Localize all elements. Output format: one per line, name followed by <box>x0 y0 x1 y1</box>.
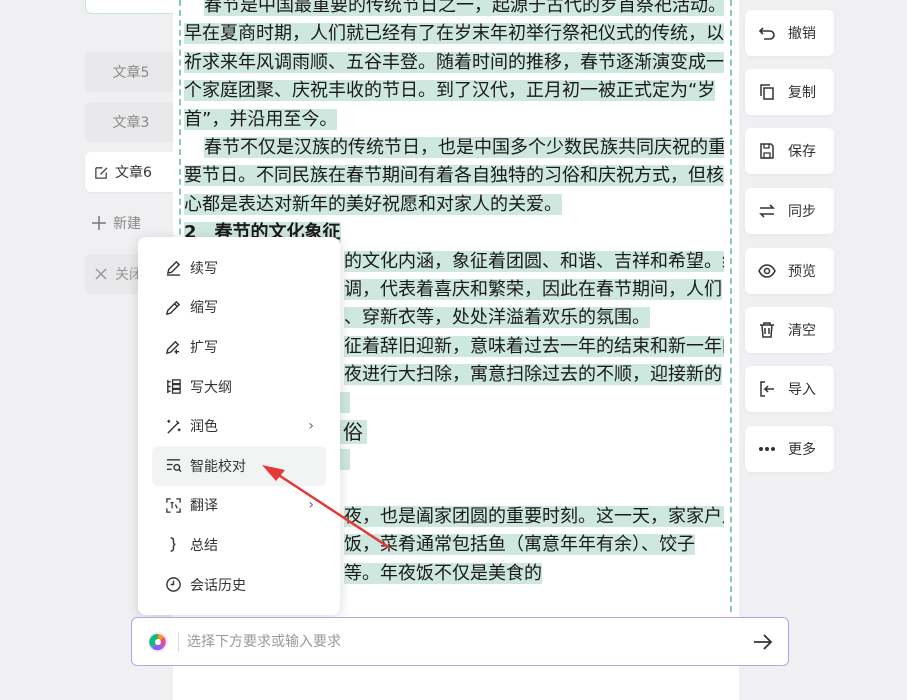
doc-tab-label: 文章5 <box>112 65 150 81</box>
menu-item-label: 会话历史 <box>190 577 246 594</box>
paragraph-line: 征着辞旧迎新，意味着过去一年的结束和新一年的 <box>344 335 724 357</box>
sync-button[interactable]: 同步 <box>745 188 834 234</box>
paragraph-line: 祈求来年风调雨顺、五谷丰登。随着时间的推移，春节逐渐演变成一 <box>184 51 724 73</box>
paragraph-line: 春节是中国最重要的传统节日之一，起源于古代的岁首祭祀活动。 <box>204 0 724 16</box>
paragraph-line: 个家庭团聚、庆祝丰收的节日。到了汉代，正月初一被正式定为“岁 <box>184 80 716 102</box>
import-button[interactable]: 导入 <box>745 366 834 412</box>
menu-item-continue[interactable]: 续写 <box>152 248 326 288</box>
pen-plus-icon <box>164 338 182 356</box>
menu-item-label: 续写 <box>190 260 218 277</box>
new-doc-label: 新建 <box>113 216 141 232</box>
chevron-right-icon: › <box>308 418 314 435</box>
preview-button[interactable]: 预览 <box>745 248 834 294</box>
ai-logo-icon <box>147 631 169 653</box>
doc-tab-label: 文章3 <box>112 115 150 131</box>
doc-tab-label: 文章6 <box>115 165 152 181</box>
doc-tab-5[interactable]: 文章5 <box>85 52 177 92</box>
clear-label: 清空 <box>788 323 816 339</box>
preview-label: 预览 <box>788 264 816 280</box>
more-icon <box>758 440 776 458</box>
menu-item-abbreviate[interactable]: 缩写 <box>152 288 326 328</box>
edit-icon <box>93 164 109 180</box>
paragraph-line: 首”，并沿用至今。 <box>184 108 338 130</box>
paragraph-line: 调，代表着喜庆和繁荣，因此在春节期间，人们 <box>344 278 722 300</box>
plus-icon <box>91 215 107 231</box>
paragraph-line: 、穿新衣等，处处洋溢着欢乐的氛围。 <box>344 307 650 329</box>
paragraph-line: 等。年夜饭不仅是美食的 <box>344 562 542 584</box>
eye-icon <box>758 262 776 280</box>
doc-tab-6[interactable]: 文章6 <box>85 152 177 192</box>
doc-tab-partial[interactable] <box>85 0 177 14</box>
paragraph-line: 夜，也是阖家团圆的重要时刻。这一天，家家户户 <box>344 506 724 528</box>
menu-item-label: 智能校对 <box>190 458 246 475</box>
import-icon <box>758 380 776 398</box>
sync-icon <box>758 202 776 220</box>
magic-wand-icon <box>164 417 182 435</box>
translate-icon <box>164 496 182 514</box>
menu-item-label: 写大纲 <box>190 379 232 396</box>
menu-item-translate[interactable]: 翻译 › <box>152 486 326 526</box>
prompt-input[interactable] <box>187 633 727 650</box>
menu-item-label: 翻译 <box>190 498 218 515</box>
outline-icon <box>164 378 182 396</box>
paragraph-line: 要节日。不同民族在春节期间有着各自独特的习俗和庆祝方式，但核 <box>184 165 724 187</box>
ai-context-menu: 续写 缩写 扩写 写大纲 润色 › 智能校对 翻译 › 总结 会话历史 <box>138 237 340 615</box>
menu-item-summary[interactable]: 总结 <box>152 525 326 565</box>
close-icon <box>93 266 109 282</box>
proofread-icon <box>164 457 182 475</box>
chevron-right-icon: › <box>308 497 314 514</box>
save-icon <box>758 142 776 160</box>
pencil-icon <box>164 298 182 316</box>
menu-item-label: 润色 <box>190 419 218 436</box>
section-heading: 俗 <box>339 419 367 444</box>
copy-label: 复制 <box>788 85 816 101</box>
menu-item-label: 总结 <box>190 537 218 554</box>
divider <box>178 631 179 652</box>
save-label: 保存 <box>788 144 816 160</box>
paragraph-line: 春节不仅是汉族的传统节日，也是中国多个少数民族共同庆祝的重 <box>204 136 724 158</box>
save-button[interactable]: 保存 <box>745 128 834 174</box>
import-label: 导入 <box>788 382 816 398</box>
clear-button[interactable]: 清空 <box>745 307 834 353</box>
brace-icon <box>164 536 182 554</box>
send-arrow-icon[interactable] <box>752 631 774 653</box>
undo-icon <box>758 24 776 42</box>
pen-icon <box>164 259 182 277</box>
menu-item-history[interactable]: 会话历史 <box>152 565 326 605</box>
paragraph-line: 心都是表达对新年的美好祝愿和对家人的关爱。 <box>184 193 562 215</box>
menu-item-label: 扩写 <box>190 339 218 356</box>
menu-item-proofread[interactable]: 智能校对 <box>152 445 326 486</box>
undo-label: 撤销 <box>788 26 816 42</box>
menu-item-expand[interactable]: 扩写 <box>152 327 326 367</box>
paragraph-line: 夜进行大扫除，寓意扫除过去的不顺，迎接新的 <box>344 364 722 386</box>
doc-tab-3[interactable]: 文章3 <box>85 102 177 142</box>
paragraph-line: 的文化内涵，象征着团圆、和谐、吉祥和希望。红 <box>344 250 724 272</box>
copy-button[interactable]: 复制 <box>745 69 834 115</box>
paragraph-line: 饭，菜肴通常包括鱼（寓意年年有余）、饺子 <box>344 534 695 556</box>
menu-item-polish[interactable]: 润色 › <box>152 406 326 446</box>
sync-label: 同步 <box>788 204 816 220</box>
undo-button[interactable]: 撤销 <box>745 10 834 56</box>
menu-item-outline[interactable]: 写大纲 <box>152 367 326 407</box>
more-label: 更多 <box>788 442 816 458</box>
more-button[interactable]: 更多 <box>745 426 834 472</box>
paragraph-line: 早在夏商时期，人们就已经有了在岁末年初举行祭祀仪式的传统，以 <box>184 23 724 45</box>
copy-icon <box>758 83 776 101</box>
clock-icon <box>164 576 182 594</box>
menu-item-label: 缩写 <box>190 300 218 317</box>
prompt-bar[interactable] <box>131 617 789 666</box>
trash-icon <box>758 321 776 339</box>
